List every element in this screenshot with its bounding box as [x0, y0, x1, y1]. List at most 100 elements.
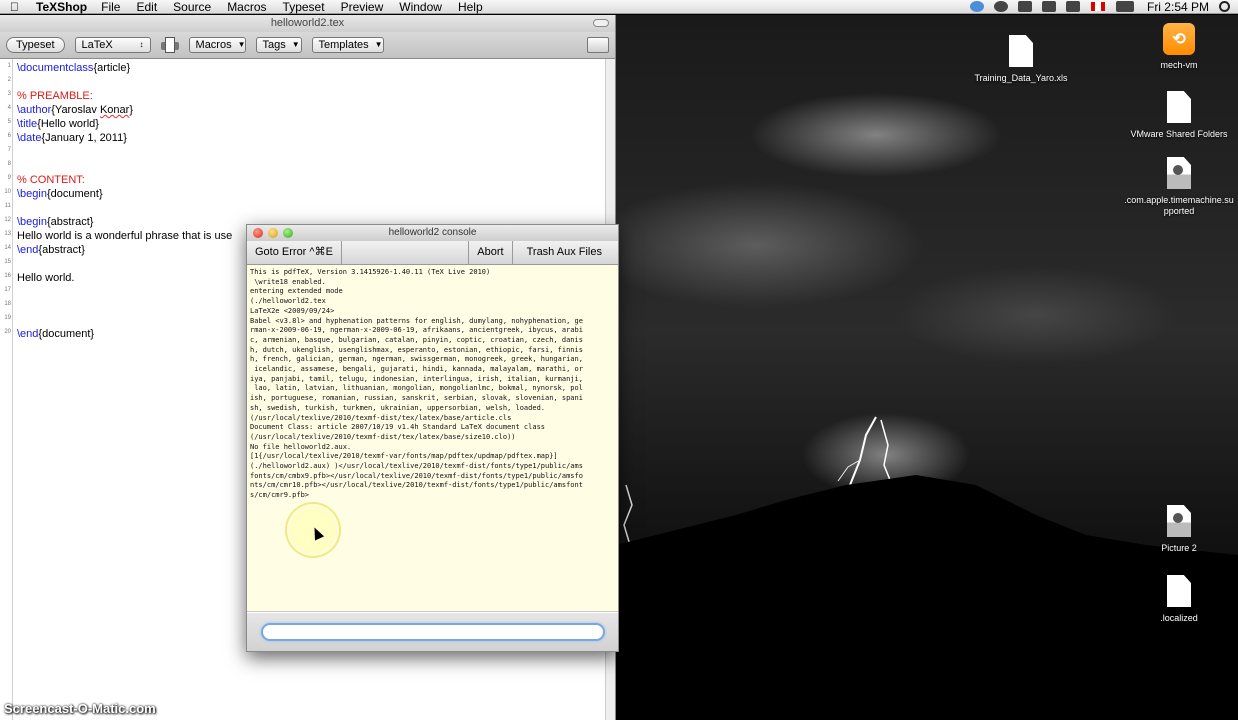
menu-clock[interactable]: Fri 2:54 PM	[1147, 0, 1209, 14]
desktop-icon-label: VMware Shared Folders	[1130, 129, 1228, 139]
code-line-14: \end{abstract}	[17, 243, 85, 257]
sync-icon[interactable]	[1017, 1, 1032, 12]
menu-source[interactable]: Source	[173, 0, 211, 14]
line-number-gutter: 1 2 3 4 5 6 7 8 9 10 11 12 13 14 15 16 1…	[0, 59, 13, 720]
console-title: helloworld2 console	[388, 227, 477, 238]
goto-error-button[interactable]: Goto Error ^⌘E	[247, 241, 342, 264]
latex-command: \title	[17, 118, 38, 130]
tags-menu[interactable]: Tags ▼	[255, 37, 302, 53]
line-number: 12	[4, 217, 11, 223]
latex-argument: {abstract}	[38, 244, 85, 256]
menu-bar:  TeXShop File Edit Source Macros Typese…	[0, 0, 1238, 14]
trash-aux-files-button[interactable]: Trash Aux Files	[513, 241, 618, 264]
line-number: 14	[4, 245, 11, 251]
latex-argument: {January 1, 2011}	[41, 132, 127, 144]
latex-argument: {document}	[46, 188, 103, 200]
latex-argument: {Yaroslav	[51, 104, 100, 116]
menu-window[interactable]: Window	[399, 0, 442, 14]
desktop-icon-localized[interactable]: .localized	[1124, 575, 1234, 624]
split-window-button[interactable]	[587, 37, 609, 53]
console-window: helloworld2 console Goto Error ^⌘E Abort…	[246, 224, 619, 652]
toolbar-toggle-button[interactable]	[593, 19, 609, 27]
input-source-flag-icon[interactable]	[1090, 2, 1105, 11]
spreadsheet-file-icon	[1009, 35, 1033, 67]
desktop-icon-label: mech-vm	[1160, 60, 1198, 70]
minimize-button[interactable]	[268, 228, 278, 238]
line-number: 16	[4, 273, 11, 279]
desktop-icon-label: .localized	[1160, 613, 1198, 623]
code-line-20: \end{document}	[17, 327, 94, 341]
console-toolbar: Goto Error ^⌘E Abort Trash Aux Files	[247, 241, 618, 265]
macros-menu-label: Macros	[195, 39, 232, 51]
code-line-5: \title{Hello world}	[17, 117, 99, 131]
volume-icon[interactable]	[1065, 1, 1080, 12]
templates-menu[interactable]: Templates ▼	[311, 37, 384, 53]
console-log[interactable]: This is pdfTeX, Version 3.1415926-1.40.1…	[247, 265, 618, 612]
apple-menu-icon[interactable]: 	[10, 0, 26, 14]
close-button[interactable]	[253, 228, 263, 238]
chevron-down-icon: ▼	[291, 40, 300, 49]
status-area: Fri 2:54 PM	[965, 0, 1238, 14]
editor-title: helloworld2.tex	[270, 17, 345, 29]
engine-select-value: LaTeX	[81, 39, 113, 51]
wifi-icon[interactable]	[1041, 1, 1056, 12]
line-number: 20	[4, 329, 11, 335]
menu-macros[interactable]: Macros	[227, 0, 266, 14]
app-menu[interactable]: TeXShop	[36, 0, 87, 14]
spotlight-search-icon[interactable]	[1219, 1, 1230, 12]
line-number: 15	[4, 259, 11, 265]
editor-toolbar: Typeset LaTeX ↕ Macros ▼ Tags ▼ Template…	[0, 32, 615, 59]
abort-button[interactable]: Abort	[469, 241, 513, 264]
code-line-3-comment: % PREAMBLE:	[17, 90, 93, 102]
code-line-12: \begin{abstract}	[17, 215, 93, 229]
watermark: Screencast-O-Matic.com	[4, 701, 156, 716]
latex-command: \date	[17, 132, 42, 144]
battery-icon[interactable]	[1115, 1, 1134, 12]
code-line-1: \documentclass{article}	[17, 61, 130, 75]
stepper-arrows-icon: ↕	[139, 40, 144, 49]
macros-menu[interactable]: Macros ▼	[188, 37, 246, 53]
menu-typeset[interactable]: Typeset	[283, 0, 325, 14]
latex-argument: }	[129, 104, 134, 116]
latex-argument: {document}	[38, 328, 95, 340]
tags-menu-label: Tags	[262, 39, 286, 51]
desktop-icon-timemachine-supported[interactable]: .com.apple.timemachine.supported	[1124, 157, 1234, 217]
line-number: 6	[7, 133, 11, 139]
line-number: 8	[7, 161, 11, 167]
line-number: 11	[4, 203, 11, 209]
line-number: 9	[7, 175, 11, 181]
typeset-button[interactable]: Typeset	[6, 37, 65, 53]
desktop-icon-picture-2[interactable]: Picture 2	[1124, 505, 1234, 554]
console-input-area	[247, 613, 618, 651]
console-input[interactable]	[261, 623, 605, 641]
bluetooth-icon[interactable]	[969, 1, 984, 12]
menu-preview[interactable]: Preview	[341, 0, 384, 14]
line-number: 4	[7, 105, 11, 111]
desktop-icon-label: .com.apple.timemachine.supported	[1124, 195, 1234, 216]
console-log-text: This is pdfTeX, Version 3.1415926-1.40.1…	[250, 268, 583, 500]
line-number: 19	[4, 315, 11, 321]
print-icon[interactable]	[160, 37, 179, 53]
code-line-16: Hello world.	[17, 272, 75, 284]
chevron-down-icon: ▼	[237, 40, 246, 49]
chevron-down-icon: ▼	[374, 40, 383, 49]
code-line-6: \date{January 1, 2011}	[17, 131, 127, 145]
toolbar-spacer	[342, 241, 470, 264]
menu-edit[interactable]: Edit	[136, 0, 157, 14]
engine-select[interactable]: LaTeX ↕	[74, 37, 151, 53]
menu-help[interactable]: Help	[458, 0, 483, 14]
time-machine-icon[interactable]	[993, 1, 1008, 12]
templates-menu-label: Templates	[318, 39, 369, 51]
console-titlebar[interactable]: helloworld2 console	[247, 225, 618, 241]
editor-titlebar[interactable]: helloworld2.tex	[0, 15, 615, 32]
line-number: 17	[4, 287, 11, 293]
desktop-icon-training-data[interactable]: Training_Data_Yaro.xls	[966, 35, 1076, 84]
code-line-13: Hello world is a wonderful phrase that i…	[17, 230, 233, 242]
desktop-icon-vmware-shared[interactable]: VMware Shared Folders	[1124, 91, 1234, 140]
vmware-app-icon: ⟲	[1163, 23, 1195, 55]
desktop-icon-mech-vm[interactable]: ⟲ mech-vm	[1124, 23, 1234, 71]
zoom-button[interactable]	[283, 228, 293, 238]
line-number: 5	[7, 119, 11, 125]
png-file-icon	[1167, 505, 1191, 537]
menu-file[interactable]: File	[101, 0, 120, 14]
